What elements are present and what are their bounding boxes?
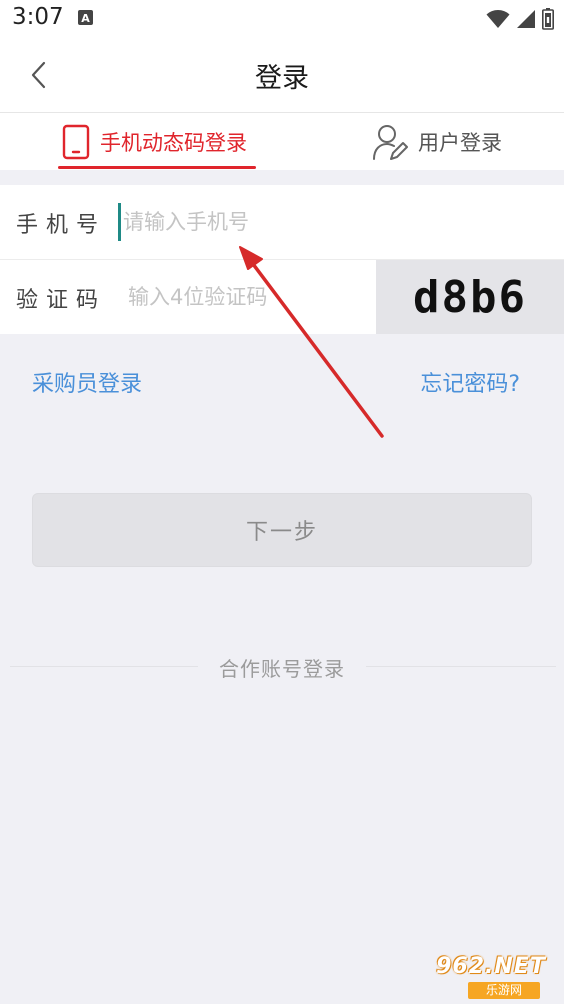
user-edit-icon xyxy=(373,124,408,160)
divider-right xyxy=(366,666,556,667)
tab-label: 用户登录 xyxy=(418,130,502,155)
phone-icon xyxy=(62,124,90,159)
verification-code-input[interactable] xyxy=(128,278,372,316)
signal-icon xyxy=(517,10,535,28)
captcha-image[interactable]: d8b6 xyxy=(376,260,564,334)
captcha-text: d8b6 xyxy=(413,271,527,323)
svg-text:A: A xyxy=(81,12,90,25)
verification-code-row: 验证码 d8b6 xyxy=(0,259,564,334)
partner-account-login[interactable]: 合作账号登录 xyxy=(0,653,564,682)
status-time: 3:07 xyxy=(12,4,64,30)
tab-phone-code-login[interactable]: 手机动态码登录 xyxy=(62,113,247,170)
tab-label: 手机动态码登录 xyxy=(100,130,247,155)
phone-label: 手机号 xyxy=(16,213,107,238)
watermark-top-text: 962.NET xyxy=(436,954,546,979)
login-form: 手机号 验证码 d8b6 xyxy=(0,185,564,334)
page-title: 登录 xyxy=(255,63,309,94)
login-tab-bar: 手机动态码登录 用户登录 xyxy=(0,113,564,170)
phone-input[interactable] xyxy=(118,203,377,241)
auxiliary-links: 采购员登录 忘记密码? xyxy=(0,366,564,402)
verification-code-label: 验证码 xyxy=(16,288,107,313)
next-step-button[interactable]: 下一步 xyxy=(32,493,532,567)
status-icons xyxy=(486,7,554,31)
status-bar: 3:07 A xyxy=(0,0,564,38)
a-notification-icon: A xyxy=(78,10,93,25)
watermark-logo: 962.NET 乐游网 xyxy=(424,954,558,1000)
phone-row: 手机号 xyxy=(0,185,564,259)
watermark-bottom-text: 乐游网 xyxy=(468,982,540,999)
battery-icon xyxy=(542,8,554,30)
tab-user-login[interactable]: 用户登录 xyxy=(372,113,502,170)
app-header: 登录 xyxy=(0,38,564,113)
active-tab-indicator xyxy=(58,166,256,169)
wifi-icon xyxy=(486,10,510,28)
buyer-login-link[interactable]: 采购员登录 xyxy=(32,366,142,398)
forgot-password-link[interactable]: 忘记密码? xyxy=(420,366,520,398)
